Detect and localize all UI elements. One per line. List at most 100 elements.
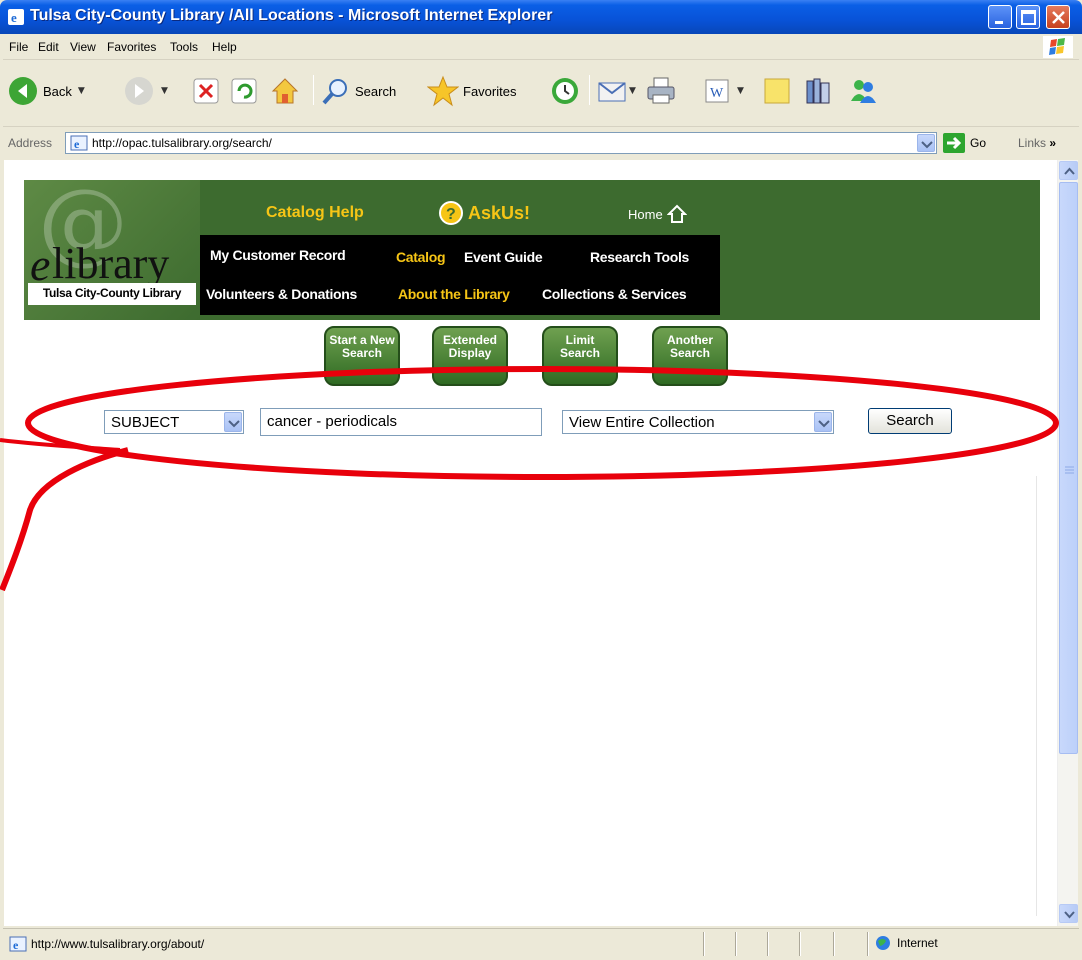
- extended-display-button[interactable]: Extended Display: [432, 326, 508, 386]
- logo-subtitle: Tulsa City-County Library: [28, 283, 196, 305]
- address-dropdown-button[interactable]: [917, 134, 935, 152]
- library-nav: My Customer Record Catalog Event Guide R…: [200, 235, 720, 315]
- close-button[interactable]: [1046, 5, 1070, 29]
- page-viewport: @ e library Tulsa City-County Library Ca…: [4, 160, 1057, 926]
- search-type-select[interactable]: SUBJECT: [104, 410, 244, 434]
- content-divider: [1036, 476, 1037, 916]
- links-button[interactable]: Links »: [1018, 136, 1056, 150]
- page-icon: e: [9, 936, 27, 952]
- back-arrow-icon: [9, 77, 37, 105]
- mail-button[interactable]: ▼: [597, 71, 636, 111]
- menu-view[interactable]: View: [70, 40, 96, 54]
- page-icon: e: [70, 135, 88, 151]
- close-icon: [1052, 11, 1065, 24]
- toolbar-separator: [313, 75, 314, 105]
- globe-icon: [876, 936, 890, 950]
- forward-arrow-icon: [125, 77, 153, 105]
- address-url: http://opac.tulsalibrary.org/search/: [92, 136, 272, 150]
- word-icon: W: [705, 79, 729, 103]
- nav-research-tools[interactable]: Research Tools: [590, 249, 689, 265]
- svg-text:e: e: [74, 137, 80, 151]
- chevron-down-icon: [921, 141, 933, 149]
- address-bar: Address e http://opac.tulsalibrary.org/s…: [3, 128, 1079, 158]
- scroll-down-button[interactable]: [1059, 904, 1078, 923]
- search-button[interactable]: Search: [321, 71, 396, 111]
- search-query-input[interactable]: cancer - periodicals: [260, 408, 542, 436]
- ie-logo-icon: e: [8, 9, 24, 25]
- nav-about-library[interactable]: About the Library: [398, 286, 510, 302]
- home-button[interactable]: [269, 71, 301, 111]
- askus-link[interactable]: ? AskUs!: [438, 200, 530, 226]
- home-link[interactable]: Home: [628, 204, 687, 224]
- start-new-search-button[interactable]: Start a New Search: [324, 326, 400, 386]
- note-icon: [764, 78, 790, 104]
- favorites-button[interactable]: Favorites: [427, 71, 516, 111]
- address-input[interactable]: e http://opac.tulsalibrary.org/search/: [65, 132, 937, 154]
- menu-edit[interactable]: Edit: [38, 40, 59, 54]
- status-separator: [799, 932, 801, 956]
- elibrary-logo[interactable]: @ e library Tulsa City-County Library: [24, 170, 200, 320]
- nav-collections-services[interactable]: Collections & Services: [542, 286, 687, 302]
- windows-logo-icon: [1043, 36, 1073, 58]
- refresh-button[interactable]: [231, 71, 257, 111]
- forward-button[interactable]: ▼: [123, 71, 168, 111]
- svg-text:e: e: [11, 10, 17, 25]
- mail-icon: [598, 82, 626, 102]
- status-separator: [735, 932, 737, 956]
- books-icon: [806, 78, 830, 104]
- refresh-icon: [231, 78, 257, 104]
- menu-help[interactable]: Help: [212, 40, 237, 54]
- messenger-button[interactable]: [847, 71, 879, 111]
- stop-button[interactable]: [193, 71, 219, 111]
- edit-button[interactable]: W ▼: [703, 71, 744, 111]
- svg-text:e: e: [13, 938, 19, 952]
- search-scope-select[interactable]: View Entire Collection: [562, 410, 834, 434]
- print-button[interactable]: [645, 71, 677, 111]
- scroll-thumb[interactable]: [1059, 182, 1078, 754]
- nav-volunteers-donations[interactable]: Volunteers & Donations: [206, 286, 357, 302]
- chevron-down-icon: [1064, 911, 1075, 919]
- library-banner: @ e library Tulsa City-County Library Ca…: [24, 170, 1040, 320]
- history-button[interactable]: [549, 71, 581, 111]
- question-icon: ?: [439, 201, 463, 225]
- minimize-button[interactable]: [988, 5, 1012, 29]
- title-bar: e Tulsa City-County Library /All Locatio…: [0, 0, 1082, 34]
- menu-file[interactable]: File: [9, 40, 28, 54]
- menu-tools[interactable]: Tools: [170, 40, 198, 54]
- minimize-icon: [995, 21, 1003, 24]
- menu-favorites[interactable]: Favorites: [107, 40, 156, 54]
- back-button[interactable]: Back ▼: [7, 71, 85, 111]
- search-submit-button[interactable]: Search: [868, 408, 952, 434]
- discuss-button[interactable]: [761, 71, 793, 111]
- window-title: Tulsa City-County Library /All Locations…: [30, 7, 553, 24]
- nav-catalog[interactable]: Catalog: [396, 249, 446, 265]
- catalog-help-link[interactable]: Catalog Help: [266, 204, 364, 222]
- home-icon: [271, 78, 299, 104]
- status-separator: [867, 932, 869, 956]
- svg-text:?: ?: [446, 206, 456, 223]
- menu-bar: File Edit View Favorites Tools Help: [3, 34, 1079, 60]
- toolbar-separator: [589, 75, 590, 105]
- address-label: Address: [8, 136, 53, 150]
- chevron-down-icon: ▼: [161, 86, 168, 96]
- nav-my-customer-record[interactable]: My Customer Record: [210, 247, 346, 263]
- limit-search-button[interactable]: Limit Search: [542, 326, 618, 386]
- chevron-down-icon: [224, 412, 242, 432]
- maximize-icon: [1021, 10, 1036, 25]
- browser-window: e Tulsa City-County Library /All Locatio…: [0, 0, 1082, 960]
- another-search-button[interactable]: Another Search: [652, 326, 728, 386]
- logo-word: library: [52, 239, 170, 288]
- chevron-down-icon: ▼: [737, 86, 744, 96]
- research-button[interactable]: [803, 71, 835, 111]
- nav-event-guide[interactable]: Event Guide: [464, 249, 543, 265]
- go-button[interactable]: Go: [943, 133, 986, 153]
- security-zone: Internet: [875, 935, 938, 951]
- magnifier-icon: [322, 79, 347, 105]
- maximize-button[interactable]: [1016, 5, 1040, 29]
- vertical-scrollbar[interactable]: [1057, 160, 1078, 926]
- chevron-down-icon: ▼: [629, 86, 636, 96]
- status-bar: e http://www.tulsalibrary.org/about/ Int…: [3, 928, 1079, 958]
- scroll-up-button[interactable]: [1059, 161, 1078, 180]
- printer-icon: [647, 77, 675, 104]
- chevron-down-icon: [814, 412, 832, 432]
